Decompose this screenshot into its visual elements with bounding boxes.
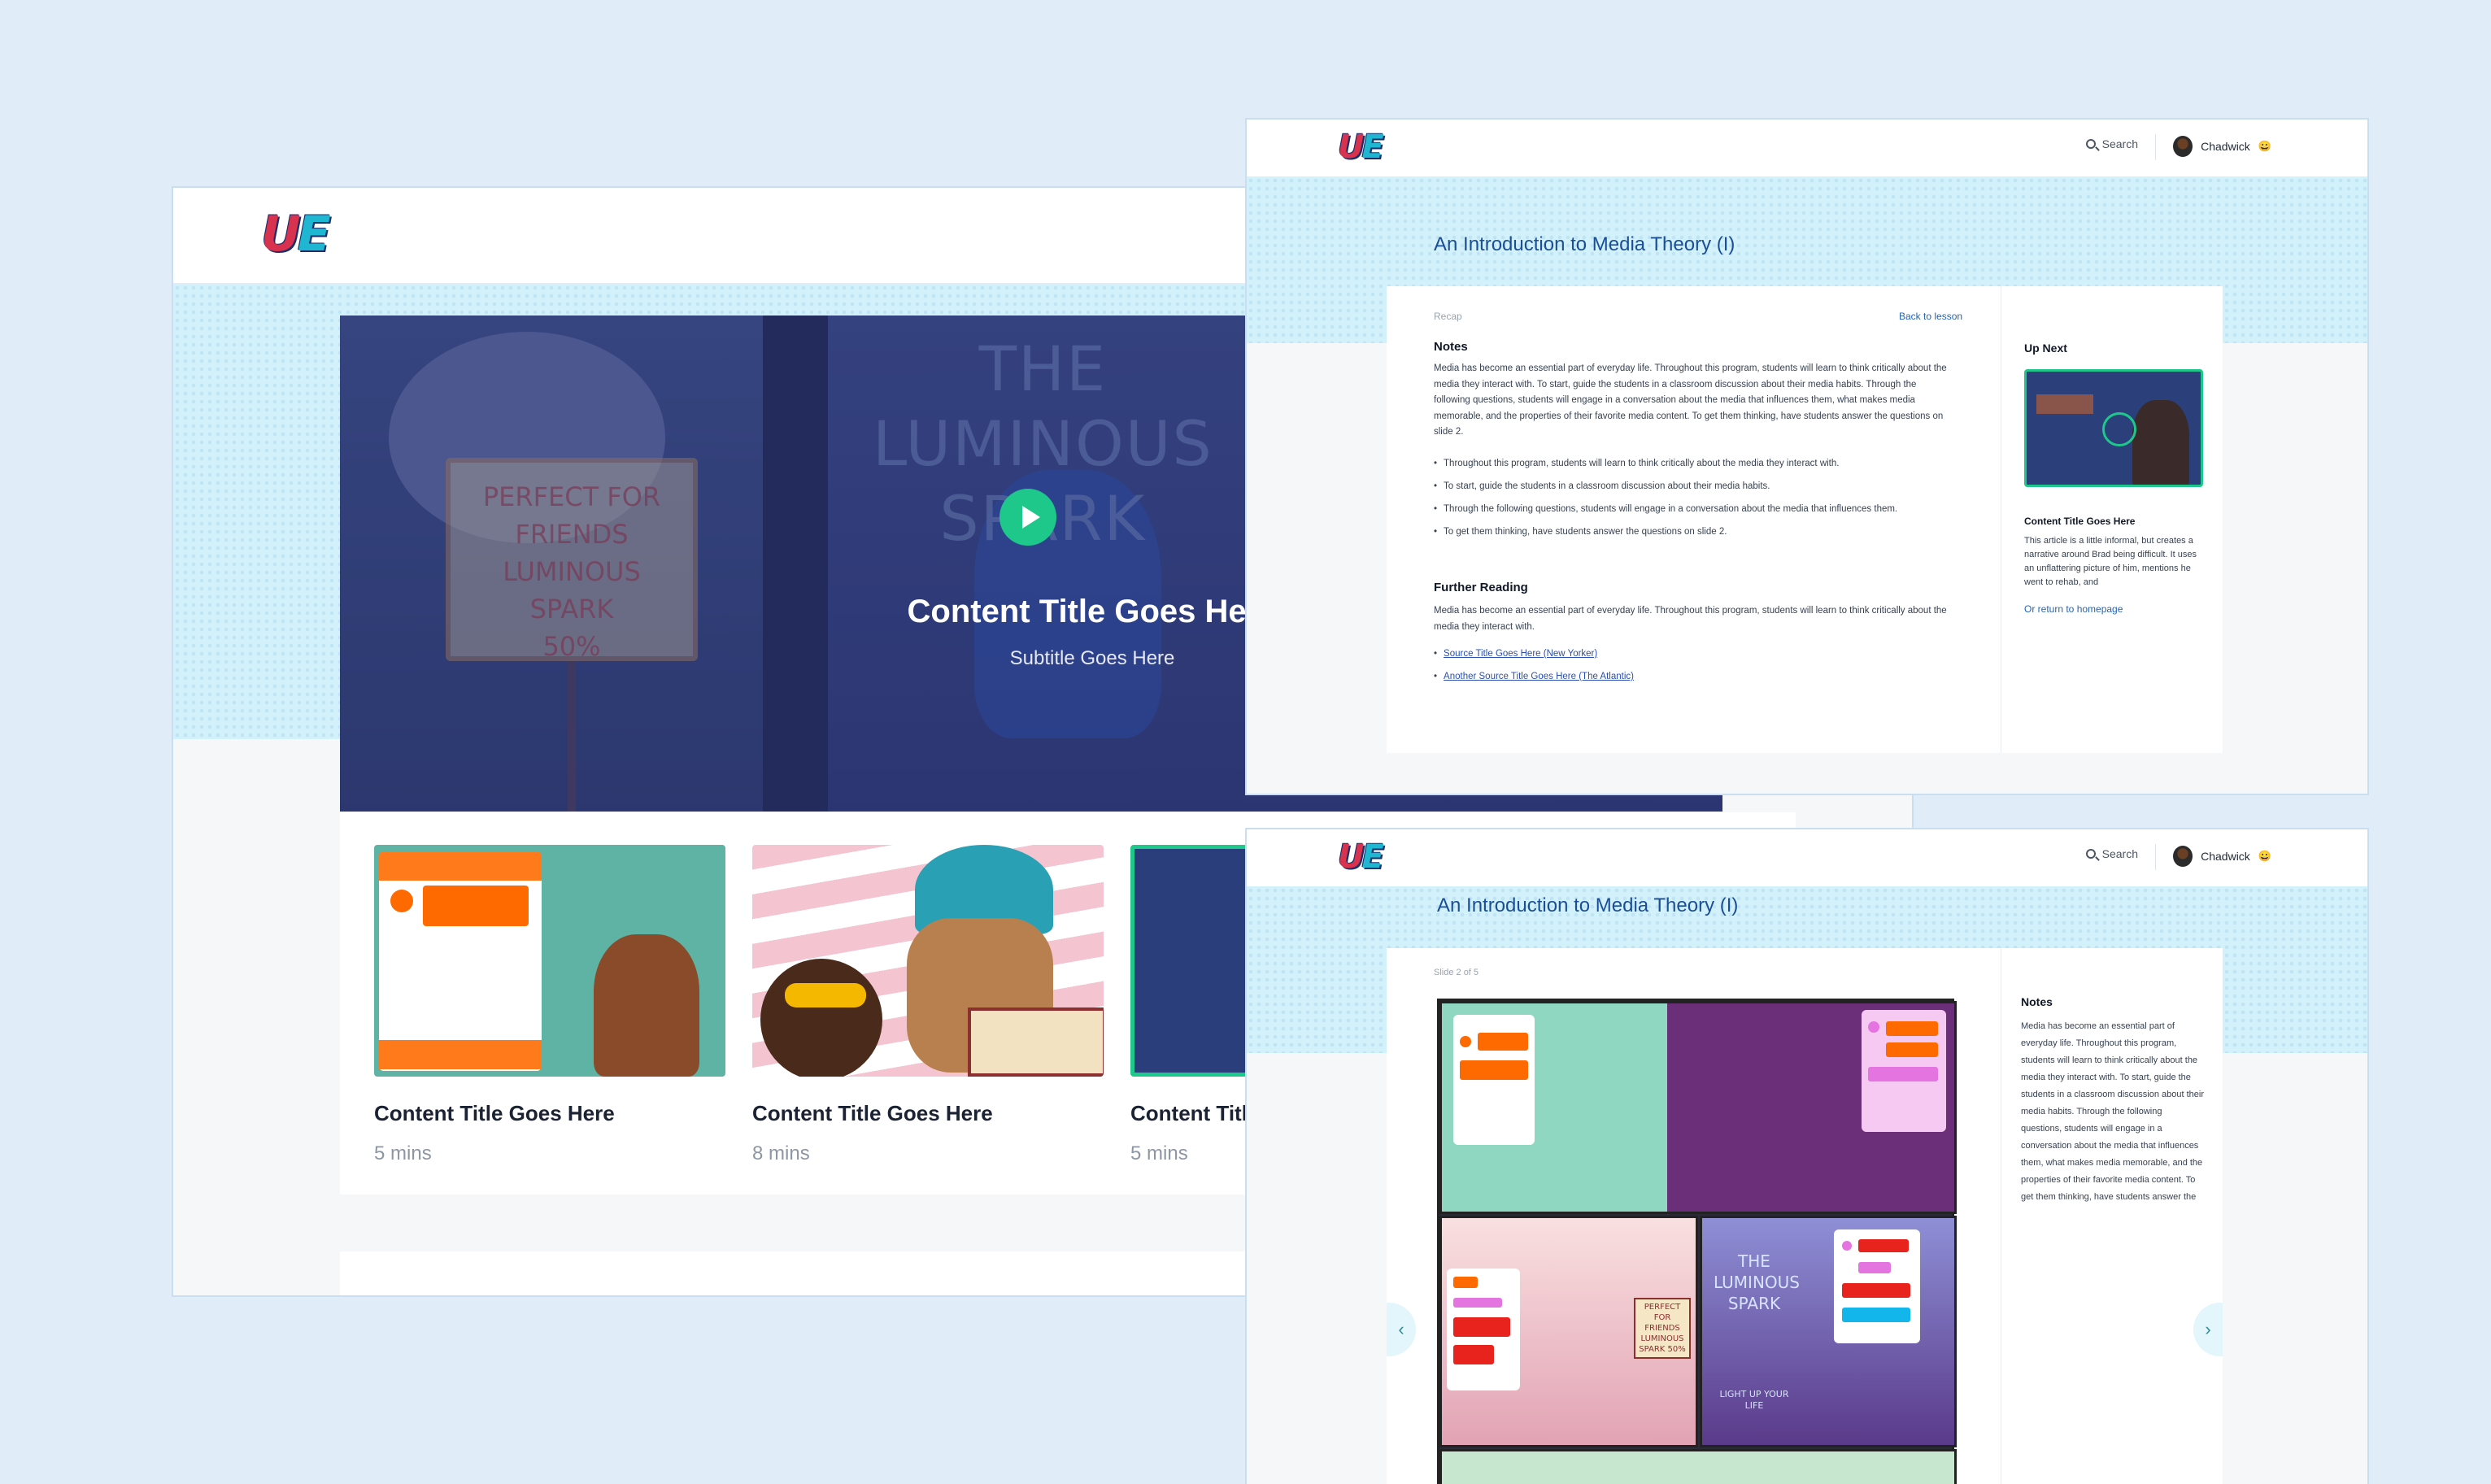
recap-card: Recap Back to lesson Notes Media has bec… xyxy=(1387,286,2223,753)
content-card[interactable]: Content Title Goes Here 5 mins xyxy=(374,845,725,1165)
card-duration: 8 mins xyxy=(752,1142,810,1164)
card-title[interactable]: Content Title Goes Here xyxy=(752,1101,1104,1126)
content-card[interactable]: Content Title Goes Here 8 mins xyxy=(752,845,1104,1165)
recap-window: UE Search Chadwick 😀 An Introduction to M… xyxy=(1245,118,2369,795)
notes-heading: Notes xyxy=(2021,995,2053,1008)
user-emoji: 😀 xyxy=(2258,850,2271,862)
comic-panel xyxy=(1439,1449,1957,1484)
brand-logo[interactable]: UE xyxy=(1338,128,1384,166)
avatar xyxy=(2173,136,2193,157)
avatar xyxy=(2173,846,2193,867)
list-item: To start, guide the students in a classr… xyxy=(1434,481,1971,491)
notes-heading: Notes xyxy=(1434,340,1468,354)
comic-slide: PERFECT FOR FRIENDS LUMINOUS SPARK 50% T… xyxy=(1437,999,1957,1484)
search-button[interactable]: Search xyxy=(2085,137,2138,150)
user-name: Chadwick xyxy=(2201,140,2250,153)
top-header: UE Search Chadwick 😀 xyxy=(1247,120,2367,176)
user-name: Chadwick xyxy=(2201,850,2250,863)
card-duration: 5 mins xyxy=(374,1142,432,1164)
user-menu[interactable]: Chadwick 😀 xyxy=(2173,846,2271,867)
user-emoji: 😀 xyxy=(2258,140,2271,152)
page-title: An Introduction to Media Theory (I) xyxy=(1434,233,1735,255)
card-thumbnail[interactable] xyxy=(374,845,725,1077)
list-item: Through the following questions, student… xyxy=(1434,504,1971,514)
brand-logo[interactable]: UE xyxy=(261,206,331,263)
search-icon xyxy=(2085,139,2096,149)
notes-text: Media has become an essential part of ev… xyxy=(2021,1021,2205,1202)
comic-panel: THE LUMINOUS SPARK LIGHT UP YOUR LIFE xyxy=(1700,1216,1957,1447)
user-menu[interactable]: Chadwick 😀 xyxy=(2173,136,2271,157)
up-next-description: This article is a little informal, but c… xyxy=(2024,536,2197,587)
comic-sign-text: PERFECT FOR FRIENDS LUMINOUS SPARK 50% xyxy=(1634,1298,1691,1359)
comic-tagline-text: LIGHT UP YOUR LIFE xyxy=(1719,1389,1789,1411)
search-button[interactable]: Search xyxy=(2085,847,2138,860)
up-next-title[interactable]: Content Title Goes Here xyxy=(2024,516,2203,527)
further-reading-text: Media has become an essential part of ev… xyxy=(1434,606,1947,632)
up-next-heading: Up Next xyxy=(2024,342,2067,355)
list-item: To get them thinking, have students answ… xyxy=(1434,527,1971,537)
loading-ring-icon xyxy=(2102,412,2136,446)
slide-card: Slide 2 of 5 PERFECT FOR FRIENDS LUMINOU… xyxy=(1387,948,2223,1484)
search-icon xyxy=(2085,849,2096,859)
brand-logo[interactable]: UE xyxy=(1338,838,1384,876)
page-title: An Introduction to Media Theory (I) xyxy=(1437,894,1739,916)
breadcrumb: Recap xyxy=(1434,311,1462,322)
play-icon[interactable] xyxy=(999,489,1056,546)
further-reading-heading: Further Reading xyxy=(1434,581,1528,594)
comic-panel xyxy=(1439,1001,1957,1214)
top-header: UE Search Chadwick 😀 xyxy=(1247,829,2367,886)
return-home-link[interactable]: Or return to homepage xyxy=(2024,603,2203,615)
list-item: Throughout this program, students will l… xyxy=(1434,459,1971,468)
up-next-thumbnail[interactable] xyxy=(2024,369,2203,487)
slide-counter: Slide 2 of 5 xyxy=(1434,968,1479,977)
slide-window: UE Search Chadwick 😀 An Introduction to M… xyxy=(1245,828,2369,1484)
notes-text: Media has become an essential part of ev… xyxy=(1434,363,1947,437)
card-title[interactable]: Content Title Goes Here xyxy=(374,1101,725,1126)
back-to-lesson-link[interactable]: Back to lesson xyxy=(1899,311,1962,322)
source-link[interactable]: Source Title Goes Here (New Yorker) xyxy=(1434,649,1971,659)
comic-poster-text: THE LUMINOUS SPARK xyxy=(1714,1251,1800,1313)
comic-panel: PERFECT FOR FRIENDS LUMINOUS SPARK 50% xyxy=(1439,1216,1698,1447)
card-thumbnail[interactable] xyxy=(752,845,1104,1077)
source-link[interactable]: Another Source Title Goes Here (The Atla… xyxy=(1434,672,1971,681)
